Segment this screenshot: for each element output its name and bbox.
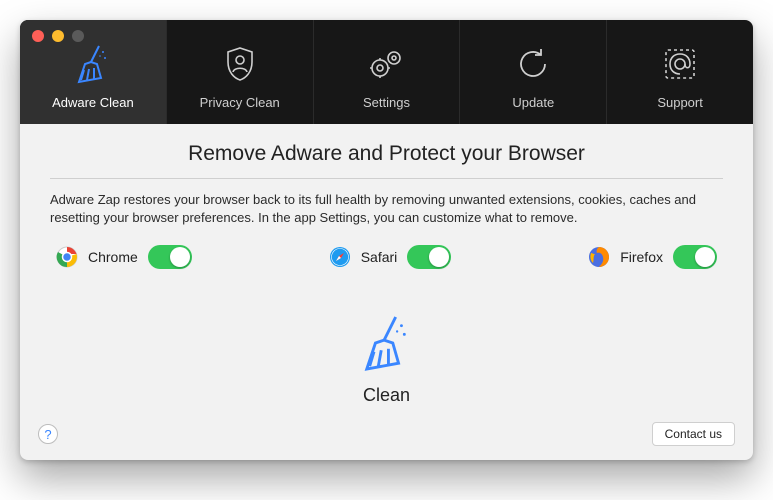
tab-privacy-clean[interactable]: Privacy Clean [167,20,314,124]
tab-label: Update [512,95,554,110]
chrome-icon [56,246,78,268]
tab-label: Adware Clean [52,95,134,110]
tab-label: Support [657,95,703,110]
help-button[interactable]: ? [38,424,58,444]
tab-label: Privacy Clean [200,95,280,110]
firefox-icon [588,246,610,268]
page-title: Remove Adware and Protect your Browser [50,142,723,178]
tab-settings[interactable]: Settings [314,20,461,124]
window-controls [32,30,84,42]
broom-icon [75,43,111,85]
close-window-button[interactable] [32,30,44,42]
browser-label: Chrome [88,249,138,265]
refresh-icon [515,43,551,85]
gears-icon [366,43,406,85]
toggle-chrome[interactable] [148,245,192,269]
toggle-firefox[interactable] [673,245,717,269]
clean-action[interactable]: Clean [50,279,723,410]
footer: ? Contact us [20,422,753,460]
titlebar: Adware Clean Privacy Clean [20,20,753,124]
tab-label: Settings [363,95,410,110]
toggle-safari[interactable] [407,245,451,269]
contact-us-button[interactable]: Contact us [652,422,735,446]
minimize-window-button[interactable] [52,30,64,42]
clean-label: Clean [363,385,410,406]
browser-label: Firefox [620,249,663,265]
page-description: Adware Zap restores your browser back to… [50,191,723,227]
browser-item-chrome: Chrome [56,245,192,269]
browser-item-safari: Safari [329,245,452,269]
shield-user-icon [223,43,257,85]
top-tabs: Adware Clean Privacy Clean [20,20,753,124]
safari-icon [329,246,351,268]
content-area: Remove Adware and Protect your Browser A… [20,124,753,422]
browser-item-firefox: Firefox [588,245,717,269]
broom-icon [361,314,413,377]
stamp-at-icon [662,43,698,85]
zoom-window-button[interactable] [72,30,84,42]
tab-update[interactable]: Update [460,20,607,124]
tab-support[interactable]: Support [607,20,753,124]
divider [50,178,723,179]
browser-toggle-row: Chrome Safari [50,245,723,279]
app-window: Adware Clean Privacy Clean [20,20,753,460]
browser-label: Safari [361,249,398,265]
